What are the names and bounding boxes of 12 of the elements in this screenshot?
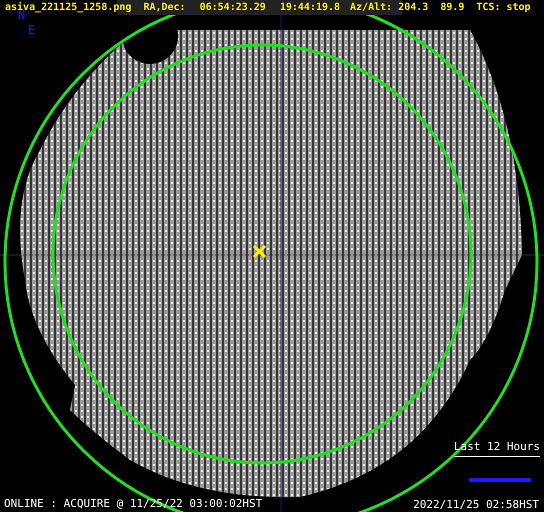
altitude-value: 89.9 — [440, 2, 464, 12]
compass-label: E — [28, 24, 36, 36]
ra-dec-label: RA,Dec: — [143, 2, 186, 12]
target-marker-icon — [252, 244, 266, 258]
tcs-status: stop — [506, 2, 531, 12]
ra-value: 06:54:23.29 — [200, 2, 266, 12]
dec-value: 19:44:19.8 — [280, 2, 340, 12]
tcs-label: TCS: — [476, 2, 500, 12]
timestamp: 2022/11/25 02:58HST — [413, 499, 539, 510]
azimuth-value: 204.3 — [398, 2, 428, 12]
az-alt-label: Az/Alt: — [350, 2, 392, 12]
history-bar — [469, 478, 531, 482]
